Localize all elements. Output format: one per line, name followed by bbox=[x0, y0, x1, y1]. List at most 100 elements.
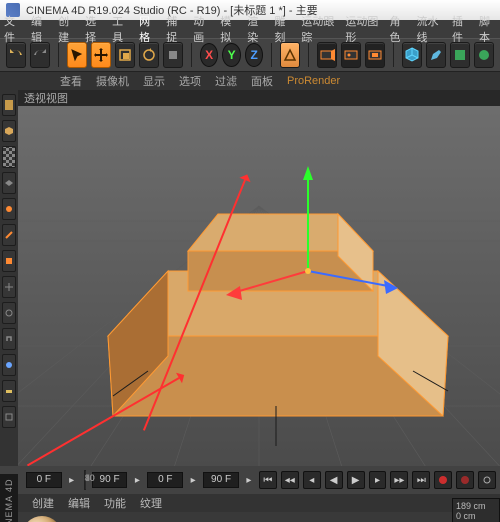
view-menu-filter[interactable]: 过滤 bbox=[215, 73, 237, 89]
timeline: 0 F ▸ 0 10 20 30 40 50 60 70 80 90 F ▸ 0… bbox=[0, 466, 500, 494]
next-key-button[interactable]: ▸▸ bbox=[390, 471, 408, 489]
menu-create[interactable]: 创建 bbox=[58, 13, 75, 45]
record-button[interactable] bbox=[434, 471, 452, 489]
range-end-field[interactable]: 90 F bbox=[203, 472, 239, 488]
prev-key-button[interactable]: ◂◂ bbox=[281, 471, 299, 489]
matmenu-function[interactable]: 功能 bbox=[104, 495, 126, 511]
menu-character[interactable]: 角色 bbox=[389, 13, 406, 45]
perspective-viewport[interactable]: 透视视图 bbox=[18, 90, 500, 466]
edge-mode-button[interactable] bbox=[2, 224, 16, 246]
play-backward-button[interactable]: ◀ bbox=[325, 471, 343, 489]
separator bbox=[308, 43, 309, 67]
view-menu-display[interactable]: 显示 bbox=[143, 73, 165, 89]
current-frame-field[interactable]: 0 F bbox=[147, 472, 183, 488]
menu-animate[interactable]: 动画 bbox=[193, 13, 210, 45]
render-view-button[interactable] bbox=[317, 42, 337, 68]
field-stepper[interactable]: ▸ bbox=[187, 474, 199, 486]
axis-x-toggle[interactable]: X bbox=[200, 43, 219, 67]
axis-y-toggle[interactable]: Y bbox=[222, 43, 241, 67]
viewport-title: 透视视图 bbox=[18, 90, 500, 106]
scale-tool[interactable] bbox=[115, 42, 135, 68]
field-stepper[interactable]: ▸ bbox=[131, 474, 143, 486]
mode-toolbar bbox=[0, 90, 18, 466]
add-cube-button[interactable] bbox=[402, 42, 422, 68]
material-manager[interactable]: CINEMA 4D 材质 189 cm 0 cm 溜溜自学 ZIXUE.3D66… bbox=[0, 512, 500, 522]
timeline-start-field[interactable]: 0 F bbox=[26, 472, 62, 488]
menu-simulate[interactable]: 模拟 bbox=[220, 13, 237, 45]
matmenu-texture[interactable]: 纹理 bbox=[140, 495, 162, 511]
tweak-mode-button[interactable] bbox=[2, 302, 16, 324]
workplane-button[interactable] bbox=[2, 172, 16, 194]
render-picture-button[interactable] bbox=[341, 42, 361, 68]
redo-button[interactable] bbox=[30, 42, 50, 68]
separator bbox=[393, 43, 394, 67]
menu-tools[interactable]: 工具 bbox=[112, 13, 129, 45]
menu-pipeline[interactable]: 流水线 bbox=[416, 13, 442, 45]
sidebar-app-label: CINEMA 4D bbox=[0, 474, 18, 522]
view-menu-panel[interactable]: 面板 bbox=[251, 73, 273, 89]
material-menubar: 创建 编辑 功能 纹理 bbox=[0, 494, 500, 512]
matmenu-create[interactable]: 创建 bbox=[32, 495, 54, 511]
timeline-end-field[interactable]: 90 F bbox=[92, 472, 128, 488]
separator bbox=[58, 43, 59, 67]
view-menu-prorender[interactable]: ProRender bbox=[287, 75, 340, 87]
coord-system-button[interactable] bbox=[280, 42, 300, 68]
undo-button[interactable] bbox=[6, 42, 26, 68]
menu-script[interactable]: 脚本 bbox=[479, 13, 496, 45]
model-mode-button[interactable] bbox=[2, 94, 16, 116]
recent-tool-button[interactable] bbox=[163, 42, 183, 68]
locked-workplane-button[interactable] bbox=[2, 406, 16, 428]
timeline-ruler[interactable]: 0 10 20 30 40 50 60 70 80 bbox=[84, 470, 86, 490]
view-menu-view[interactable]: 查看 bbox=[60, 73, 82, 89]
goto-end-button[interactable]: ⏭ bbox=[412, 471, 430, 489]
material-preview-ball[interactable] bbox=[22, 516, 62, 522]
view-menu-cameras[interactable]: 摄像机 bbox=[96, 73, 129, 89]
record-icon bbox=[461, 476, 469, 484]
keyframe-options-button[interactable] bbox=[478, 471, 496, 489]
autokey-button[interactable] bbox=[456, 471, 474, 489]
coordinate-popup: 189 cm 0 cm bbox=[452, 498, 500, 522]
separator bbox=[191, 43, 192, 67]
viewport-menubar: 查看 摄像机 显示 选项 过滤 面板 ProRender bbox=[0, 72, 500, 90]
point-mode-button[interactable] bbox=[2, 198, 16, 220]
add-generator-button[interactable] bbox=[474, 42, 494, 68]
menu-edit[interactable]: 编辑 bbox=[31, 13, 48, 45]
add-nurbs-button[interactable] bbox=[450, 42, 470, 68]
menu-snap[interactable]: 捕捉 bbox=[166, 13, 183, 45]
menu-sculpt[interactable]: 雕刻 bbox=[274, 13, 291, 45]
menu-mograph[interactable]: 运动图形 bbox=[345, 13, 379, 45]
rotate-tool[interactable] bbox=[139, 42, 159, 68]
move-tool[interactable] bbox=[91, 42, 111, 68]
menu-select[interactable]: 选择 bbox=[85, 13, 102, 45]
next-frame-button[interactable]: ▸ bbox=[369, 471, 387, 489]
enable-snap-button[interactable] bbox=[2, 328, 16, 350]
record-icon bbox=[439, 476, 447, 484]
scene-object-box bbox=[108, 214, 448, 416]
prev-frame-button[interactable]: ◂ bbox=[303, 471, 321, 489]
separator bbox=[271, 43, 272, 67]
field-stepper[interactable]: ▸ bbox=[66, 474, 78, 486]
main-menubar: 文件 编辑 创建 选择 工具 网格 捕捉 动画 模拟 渲染 雕刻 运动跟踪 运动… bbox=[0, 20, 500, 38]
viewport-grid bbox=[18, 106, 500, 466]
object-mode-button[interactable] bbox=[2, 120, 16, 142]
view-menu-options[interactable]: 选项 bbox=[179, 73, 201, 89]
select-tool[interactable] bbox=[67, 42, 87, 68]
matmenu-edit[interactable]: 编辑 bbox=[68, 495, 90, 511]
texture-mode-button[interactable] bbox=[2, 146, 16, 168]
goto-start-button[interactable]: ⏮ bbox=[259, 471, 277, 489]
soft-select-button[interactable] bbox=[2, 354, 16, 376]
add-pen-button[interactable] bbox=[426, 42, 446, 68]
menu-plugins[interactable]: 插件 bbox=[452, 13, 469, 45]
axis-z-toggle[interactable]: Z bbox=[245, 43, 264, 67]
workspace: 透视视图 bbox=[0, 90, 500, 466]
play-forward-button[interactable]: ▶ bbox=[347, 471, 365, 489]
enable-quantize-button[interactable] bbox=[2, 380, 16, 402]
menu-render[interactable]: 渲染 bbox=[247, 13, 264, 45]
field-stepper[interactable]: ▸ bbox=[243, 474, 255, 486]
render-settings-button[interactable] bbox=[365, 42, 385, 68]
axis-mode-button[interactable] bbox=[2, 276, 16, 298]
menu-motion-track[interactable]: 运动跟踪 bbox=[301, 13, 335, 45]
polygon-mode-button[interactable] bbox=[2, 250, 16, 272]
menu-file[interactable]: 文件 bbox=[4, 13, 21, 45]
menu-mesh[interactable]: 网格 bbox=[139, 13, 156, 45]
